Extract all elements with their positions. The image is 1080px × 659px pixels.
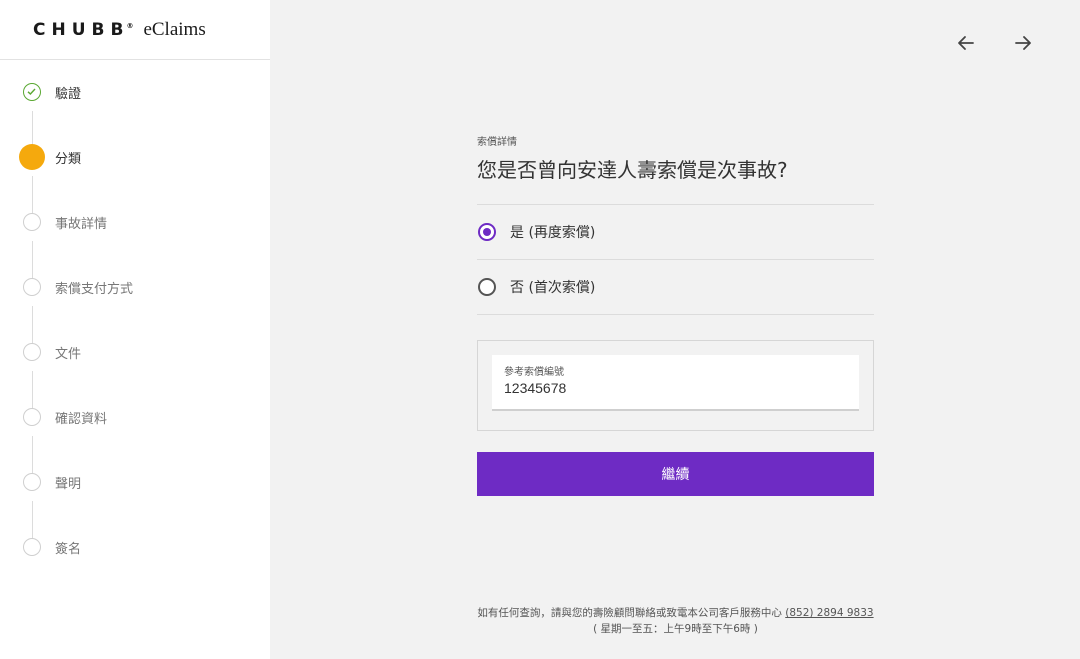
empty-circle-icon xyxy=(23,278,41,296)
step-label: 分類 xyxy=(55,151,82,167)
brand-header: CHUBB® eClaims xyxy=(0,0,270,60)
step-documents[interactable]: 文件 xyxy=(0,340,270,364)
footer-text: 如有任何查詢，請與您的壽險顧問聯絡或致電本公司客戶服務中心 xyxy=(477,607,782,619)
reference-field-label: 參考索償編號 xyxy=(504,367,564,378)
empty-circle-icon xyxy=(23,408,41,426)
step-declaration[interactable]: 聲明 xyxy=(0,470,270,494)
step-category[interactable]: 分類 xyxy=(0,144,270,170)
reference-field[interactable]: 參考索償編號 xyxy=(492,355,859,411)
arrow-left-icon xyxy=(958,36,974,50)
forward-button[interactable] xyxy=(1010,30,1036,56)
chubb-logo: CHUBB® xyxy=(33,19,134,40)
empty-circle-icon xyxy=(23,213,41,231)
step-label: 文件 xyxy=(55,346,82,362)
claim-form: 索償詳情 您是否曾向安達人壽索償是次事故? 是 (再度索償) 否 (首次索償) … xyxy=(477,133,874,496)
radio-unchecked[interactable] xyxy=(478,278,496,296)
step-label: 驗證 xyxy=(55,86,82,102)
option-repeat-claim[interactable]: 是 (再度索償) xyxy=(477,205,874,259)
step-signature[interactable]: 簽名 xyxy=(0,535,270,559)
step-label: 索償支付方式 xyxy=(55,281,134,297)
step-incident-details[interactable]: 事故詳情 xyxy=(0,210,270,234)
footer-hours: ( 星期一至五：上午9時至下午6時 ) xyxy=(593,623,758,635)
eclaims-title: eClaims xyxy=(143,18,206,40)
sidebar: CHUBB® eClaims 驗證 分類 事故詳情 索償支付方式 文件 確認資料… xyxy=(0,0,270,659)
reference-field-container: 參考索償編號 xyxy=(477,340,874,431)
continue-button[interactable]: 繼續 xyxy=(477,452,874,496)
divider xyxy=(477,314,874,315)
step-confirm-info[interactable]: 確認資料 xyxy=(0,405,270,429)
option-label: 否 (首次索償) xyxy=(510,280,596,296)
phone-link[interactable]: (852) 2894 9833 xyxy=(785,607,873,619)
reference-number-input[interactable] xyxy=(504,380,847,396)
step-label: 簽名 xyxy=(55,541,82,557)
step-payment-method[interactable]: 索償支付方式 xyxy=(0,275,270,299)
arrow-right-icon xyxy=(1015,36,1031,50)
check-circle-icon xyxy=(23,83,41,101)
step-label: 聲明 xyxy=(55,476,82,492)
empty-circle-icon xyxy=(23,538,41,556)
empty-circle-icon xyxy=(23,343,41,361)
empty-circle-icon xyxy=(23,473,41,491)
section-label: 索償詳情 xyxy=(477,137,517,148)
active-step-dot-icon xyxy=(19,144,45,170)
footer-line-1: 如有任何查詢，請與您的壽險顧問聯絡或致電本公司客戶服務中心 (852) 2894… xyxy=(477,605,874,621)
footer: 如有任何查詢，請與您的壽險顧問聯絡或致電本公司客戶服務中心 (852) 2894… xyxy=(477,605,874,637)
step-label: 事故詳情 xyxy=(55,216,108,232)
radio-checked[interactable] xyxy=(478,223,496,241)
step-label: 確認資料 xyxy=(55,411,108,427)
page-title: 您是否曾向安達人壽索償是次事故? xyxy=(477,158,788,182)
back-button[interactable] xyxy=(953,30,979,56)
option-first-claim[interactable]: 否 (首次索償) xyxy=(477,260,874,314)
step-verification[interactable]: 驗證 xyxy=(0,80,270,104)
option-label: 是 (再度索償) xyxy=(510,225,596,241)
